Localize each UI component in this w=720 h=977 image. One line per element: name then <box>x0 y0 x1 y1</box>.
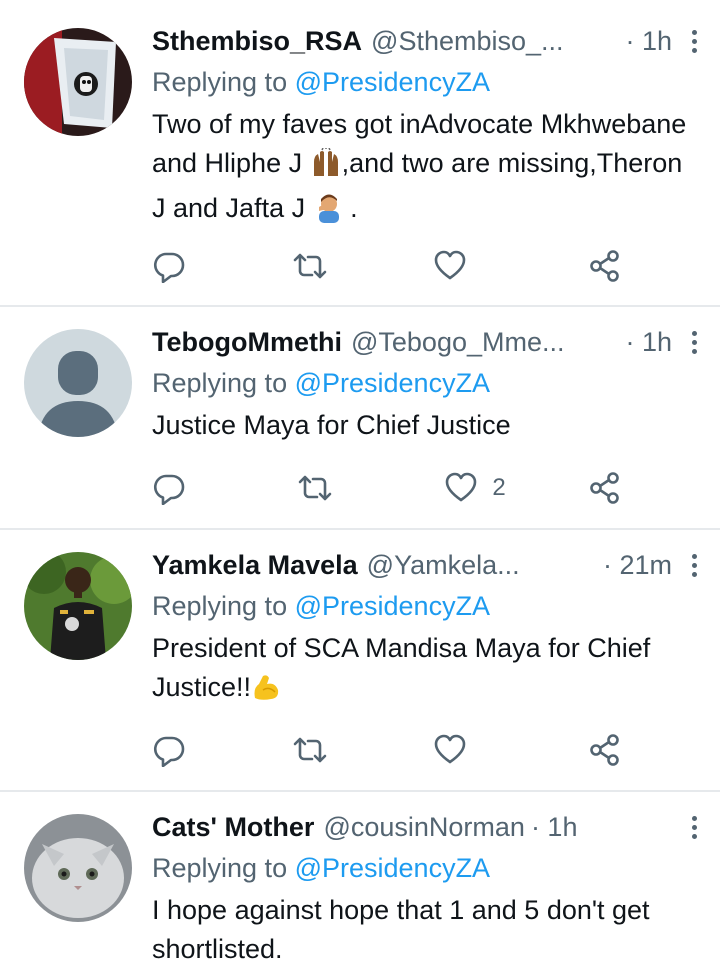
avatar[interactable] <box>24 28 132 136</box>
flexed-biceps-emoji <box>251 672 281 713</box>
user-handle[interactable]: @Tebogo_Mme... <box>351 327 565 358</box>
share-button[interactable] <box>588 471 622 505</box>
reply-icon <box>154 736 185 767</box>
avatar[interactable] <box>24 552 132 660</box>
user-handle[interactable]: @Yamkela... <box>367 550 520 581</box>
mention-link[interactable]: @PresidencyZA <box>295 853 490 883</box>
replying-prefix: Replying to <box>152 368 295 398</box>
reply-button[interactable] <box>152 733 186 767</box>
like-icon <box>435 250 466 280</box>
like-icon <box>446 472 477 502</box>
tweet-content: Sthembiso_RSA @Sthembiso_... · 1h Replyi… <box>152 20 700 234</box>
timestamp[interactable]: · 21m <box>603 550 700 581</box>
avatar-flag-image <box>24 28 132 136</box>
retweet-button[interactable] <box>298 471 332 505</box>
facepalm-emoji <box>313 193 343 234</box>
default-avatar-image <box>24 329 132 437</box>
tweet[interactable]: Cats' Mother @cousinNorman · 1h Replying… <box>0 792 720 977</box>
tweet-content: Cats' Mother @cousinNorman · 1h Replying… <box>152 806 700 969</box>
tweet-actions <box>152 249 622 283</box>
tweet-text: Two of my faves got inAdvocate Mkhwebane… <box>152 105 700 234</box>
mention-link[interactable]: @PresidencyZA <box>295 591 490 621</box>
timestamp[interactable]: · 1h <box>531 812 606 843</box>
tweet[interactable]: Yamkela Mavela @Yamkela... · 21m Replyin… <box>0 530 720 790</box>
replying-to: Replying to @PresidencyZA <box>152 586 700 626</box>
display-name[interactable]: Sthembiso_RSA <box>152 26 362 57</box>
tweet-text-part: . <box>342 193 358 223</box>
tweet-text: President of SCA Mandisa Maya for Chief … <box>152 629 700 713</box>
reply-icon <box>154 252 185 283</box>
tweet[interactable]: Sthembiso_RSA @Sthembiso_... · 1h Replyi… <box>0 0 720 305</box>
replying-to: Replying to @PresidencyZA <box>152 848 700 888</box>
avatar-photo-image <box>24 552 132 660</box>
avatar[interactable] <box>24 814 132 922</box>
tweet-header: Sthembiso_RSA @Sthembiso_... · 1h <box>152 20 700 62</box>
more-icon[interactable] <box>688 814 700 840</box>
replying-to: Replying to @PresidencyZA <box>152 62 700 102</box>
more-icon[interactable] <box>688 329 700 355</box>
reply-feed: Sthembiso_RSA @Sthembiso_... · 1h Replyi… <box>0 0 720 977</box>
retweet-button[interactable] <box>293 733 327 767</box>
tweet[interactable]: TebogoMmethi @Tebogo_Mme... · 1h Replyin… <box>0 307 720 528</box>
share-button[interactable] <box>588 249 622 283</box>
retweet-icon <box>293 737 326 763</box>
like-button[interactable] <box>433 249 481 283</box>
display-name[interactable]: Yamkela Mavela <box>152 550 358 581</box>
tweet-content: TebogoMmethi @Tebogo_Mme... · 1h Replyin… <box>152 321 700 445</box>
replying-prefix: Replying to <box>152 853 295 883</box>
share-button[interactable] <box>588 733 622 767</box>
tweet-header: Yamkela Mavela @Yamkela... · 21m <box>152 544 700 586</box>
tweet-text: I hope against hope that 1 and 5 don't g… <box>152 895 650 964</box>
display-name[interactable]: Cats' Mother <box>152 812 314 843</box>
like-count: 2 <box>492 474 506 501</box>
retweet-icon <box>298 475 332 501</box>
replying-to: Replying to @PresidencyZA <box>152 363 700 403</box>
share-icon <box>590 472 619 504</box>
share-icon <box>590 250 619 282</box>
raising-hands-emoji <box>310 147 342 189</box>
replying-prefix: Replying to <box>152 591 295 621</box>
share-icon <box>590 734 619 766</box>
reply-icon <box>154 474 185 505</box>
tweet-text: Justice Maya for Chief Justice <box>152 410 511 440</box>
tweet-actions: 2 <box>152 471 622 505</box>
tweet-text-part: President of SCA Mandisa Maya for Chief … <box>152 633 651 702</box>
tweet-header: Cats' Mother @cousinNorman · 1h <box>152 806 700 848</box>
tweet-actions <box>152 733 622 767</box>
display-name[interactable]: TebogoMmethi <box>152 327 342 358</box>
reply-button[interactable] <box>152 471 186 505</box>
like-button[interactable]: 2 <box>444 471 506 505</box>
retweet-button[interactable] <box>293 249 327 283</box>
mention-link[interactable]: @PresidencyZA <box>295 67 490 97</box>
avatar-cat-image <box>24 814 132 922</box>
user-handle[interactable]: @Sthembiso_... <box>371 26 564 57</box>
more-icon[interactable] <box>688 552 700 578</box>
retweet-icon <box>293 253 326 279</box>
like-icon <box>435 734 466 764</box>
mention-link[interactable]: @PresidencyZA <box>295 368 490 398</box>
reply-button[interactable] <box>152 249 186 283</box>
tweet-content: Yamkela Mavela @Yamkela... · 21m Replyin… <box>152 544 700 713</box>
user-handle[interactable]: @cousinNorman <box>323 812 525 843</box>
more-icon[interactable] <box>688 28 700 54</box>
tweet-header: TebogoMmethi @Tebogo_Mme... · 1h <box>152 321 700 363</box>
avatar[interactable] <box>24 329 132 437</box>
like-button[interactable] <box>433 733 481 767</box>
replying-prefix: Replying to <box>152 67 295 97</box>
